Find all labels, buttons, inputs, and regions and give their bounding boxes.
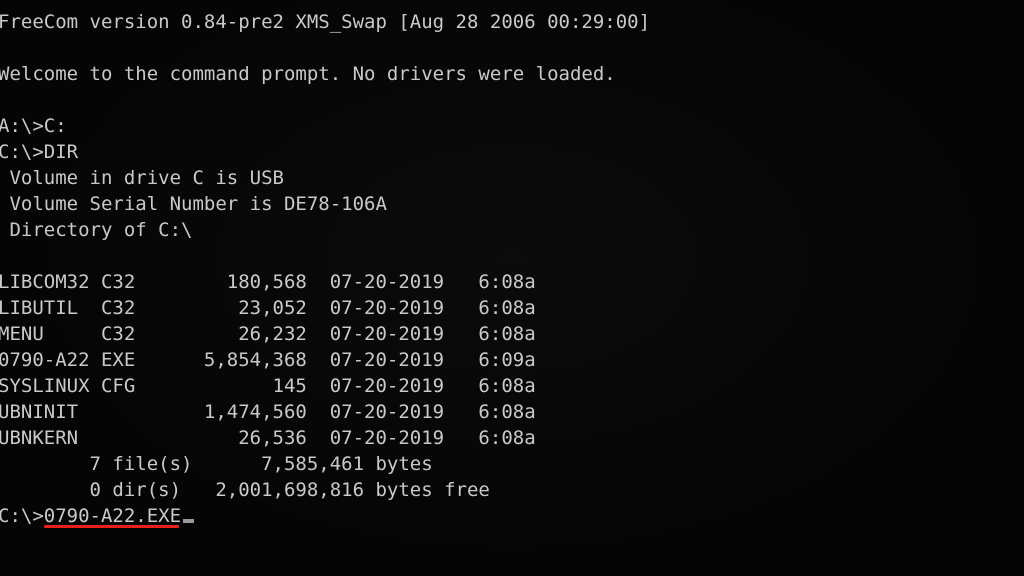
file-row: MENU C32 26,232 07-20-2019 6:08a — [0, 323, 536, 345]
file-row: UBNKERN 26,536 07-20-2019 6:08a — [0, 427, 536, 449]
banner-line: FreeCom version 0.84-pre2 XMS_Swap [Aug … — [0, 11, 651, 33]
terminal-screen[interactable]: FreeCom version 0.84-pre2 XMS_Swap [Aug … — [0, 0, 1024, 576]
text-cursor — [183, 519, 195, 523]
prompt-prefix: C:\> — [0, 505, 44, 527]
command-change-drive: A:\>C: — [0, 115, 67, 137]
file-row: SYSLINUX CFG 145 07-20-2019 6:08a — [0, 375, 536, 397]
active-prompt-line[interactable]: C:\>0790-A22.EXE — [0, 503, 1024, 529]
file-row: 0790-A22 EXE 5,854,368 07-20-2019 6:09a — [0, 349, 536, 371]
volume-serial-line: Volume Serial Number is DE78-106A — [0, 193, 387, 215]
command-dir: C:\>DIR — [0, 141, 79, 163]
summary-files-line: 7 file(s) 7,585,461 bytes — [0, 453, 433, 475]
file-row: UBNINIT 1,474,560 07-20-2019 6:08a — [0, 401, 536, 423]
file-row: LIBUTIL C32 23,052 07-20-2019 6:08a — [0, 297, 536, 319]
terminal-output: FreeCom version 0.84-pre2 XMS_Swap [Aug … — [0, 9, 1024, 529]
volume-label-line: Volume in drive C is USB — [0, 167, 284, 189]
file-row: LIBCOM32 C32 180,568 07-20-2019 6:08a — [0, 271, 536, 293]
directory-of-line: Directory of C:\ — [0, 219, 193, 241]
summary-dirs-line: 0 dir(s) 2,001,698,816 bytes free — [0, 479, 490, 501]
welcome-line: Welcome to the command prompt. No driver… — [0, 63, 616, 85]
typed-command-highlighted[interactable]: 0790-A22.EXE — [43, 503, 181, 529]
